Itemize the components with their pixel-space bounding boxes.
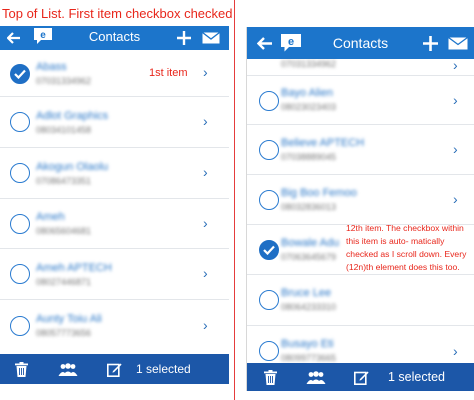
contact-name: Akogun Olaolu (36, 161, 109, 173)
list-item[interactable]: Bayo Alien 08023023403 › (247, 76, 474, 125)
list-item[interactable]: Believe APTECH 07038889045 › (247, 125, 474, 175)
contact-phone: 08027446871 (36, 277, 92, 287)
bottom-action-bar: 1 selected (0, 354, 229, 384)
contact-name: Bowale Adu (281, 237, 340, 249)
list-item[interactable]: Ameh APTECH 08027446871 › (0, 249, 229, 300)
chevron-right-icon[interactable]: › (453, 92, 458, 108)
checkmark-icon (14, 69, 26, 79)
checkmark-icon (263, 245, 275, 255)
envelope-icon[interactable] (447, 36, 469, 50)
contact-name: Ameh (36, 211, 65, 223)
app-bar: e Contacts (247, 27, 474, 59)
list-item[interactable]: Adlot Graphics 08034101458 › (0, 97, 229, 148)
first-item-annotation: 1st item (149, 67, 188, 79)
bottom-action-bar: 1 selected (247, 363, 474, 391)
contact-name: Believe APTECH (281, 137, 365, 149)
chevron-right-icon[interactable]: › (453, 343, 458, 359)
contact-name: Abass (36, 61, 67, 73)
list-item[interactable]: Aunty Toiu Ali 08057773656 › (0, 300, 229, 354)
group-icon[interactable] (58, 362, 78, 376)
page-title: Contacts (332, 35, 389, 51)
left-screenshot: e Contacts Abass 07031334962 1st item › … (0, 26, 229, 384)
checkbox[interactable] (259, 240, 279, 260)
chevron-right-icon[interactable]: › (453, 141, 458, 157)
contact-phone: 08099773665 (281, 353, 337, 363)
checkbox[interactable] (10, 163, 30, 183)
right-screenshot: e Contacts 07031334962 › Bayo Alien 0802… (246, 27, 474, 391)
chevron-right-icon[interactable]: › (203, 64, 208, 80)
contact-name: Bruce Lee (281, 287, 332, 299)
selection-status: 1 selected (136, 362, 191, 376)
plus-icon[interactable] (176, 30, 192, 46)
contact-phone: 08032836013 (281, 202, 337, 212)
chevron-right-icon[interactable]: › (203, 113, 208, 129)
checkbox[interactable] (10, 214, 30, 234)
chevron-right-icon[interactable]: › (203, 215, 208, 231)
contact-phone: 08023023403 (281, 102, 337, 112)
chevron-right-icon[interactable]: › (203, 317, 208, 333)
edit-icon[interactable] (106, 361, 122, 377)
contact-list[interactable]: Abass 07031334962 1st item › Adlot Graph… (0, 50, 229, 354)
checkbox[interactable] (259, 341, 279, 361)
list-item[interactable]: Big Boo Femoo 08032836013 › (247, 175, 474, 225)
contact-phone: 07063645679 (281, 252, 337, 262)
contact-phone: 07031334962 (281, 59, 337, 69)
checkbox[interactable] (10, 264, 30, 284)
list-item[interactable]: Ameh 08065604681 › (0, 199, 229, 249)
page-title: Contacts (88, 29, 141, 44)
checkbox[interactable] (259, 290, 279, 310)
contact-phone: 08057773656 (36, 328, 92, 338)
checkbox[interactable] (259, 190, 279, 210)
plus-icon[interactable] (422, 35, 438, 51)
list-item[interactable]: Akogun Olaolu 07086473351 › (0, 148, 229, 199)
checkbox[interactable] (259, 91, 279, 111)
checkbox[interactable] (10, 64, 30, 84)
contact-name: Ameh APTECH (36, 262, 112, 274)
contact-name: Busayo Eti (281, 338, 334, 350)
edit-icon[interactable] (353, 369, 369, 385)
checkbox[interactable] (10, 316, 30, 336)
trash-icon[interactable] (14, 361, 28, 377)
envelope-icon[interactable] (201, 31, 221, 45)
checkbox[interactable] (10, 112, 30, 132)
chevron-right-icon[interactable]: › (203, 164, 208, 180)
contact-name: Bayo Alien (281, 87, 333, 99)
contact-name: Big Boo Femoo (281, 187, 357, 199)
panel-divider (234, 0, 235, 400)
chevron-right-icon[interactable]: › (203, 265, 208, 281)
contact-phone: 07031334962 (36, 76, 92, 86)
list-item[interactable]: Bruce Lee 08064233310 (247, 275, 474, 326)
contact-phone: 08034101458 (36, 125, 92, 135)
chevron-right-icon[interactable]: › (453, 191, 458, 207)
top-of-list-caption: Top of List. First item checkbox checked (2, 6, 233, 21)
app-bar: e Contacts (0, 26, 229, 50)
selection-status: 1 selected (388, 370, 445, 384)
list-item[interactable]: Abass 07031334962 1st item › (0, 50, 229, 97)
contact-name: Adlot Graphics (36, 110, 109, 122)
trash-icon[interactable] (263, 369, 277, 385)
contact-phone: 07038889045 (281, 152, 337, 162)
contact-phone: 08064233310 (281, 302, 337, 312)
contact-phone: 07086473351 (36, 176, 92, 186)
twelfth-item-annotation: 12th item. The checkbox within this item… (346, 223, 467, 272)
contact-name: Aunty Toiu Ali (36, 313, 102, 325)
checkbox[interactable] (259, 140, 279, 160)
group-icon[interactable] (306, 370, 326, 384)
chevron-right-icon[interactable]: › (453, 57, 458, 73)
list-item[interactable]: 07031334962 › (247, 57, 474, 76)
contact-phone: 08065604681 (36, 226, 92, 236)
contact-list[interactable]: 07031334962 › Bayo Alien 08023023403 › B… (247, 57, 474, 391)
